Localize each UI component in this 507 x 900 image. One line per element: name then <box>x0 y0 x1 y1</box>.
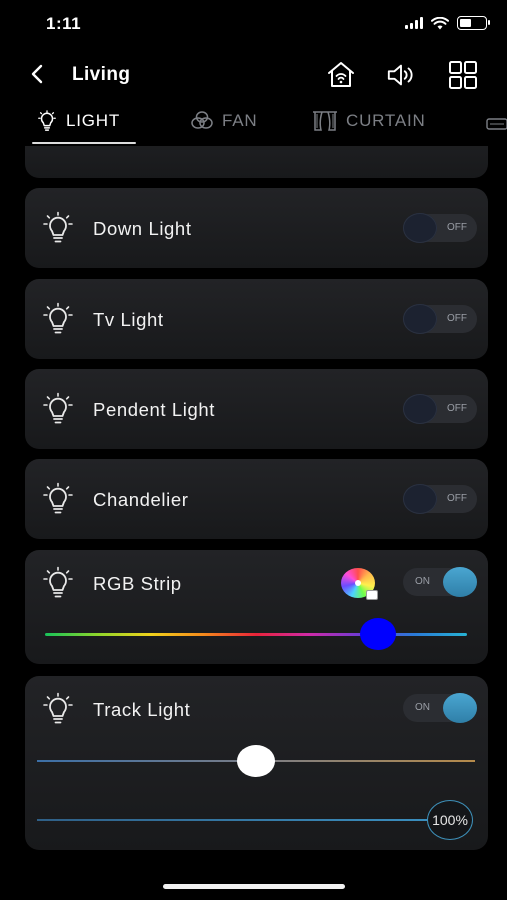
bulb-icon <box>43 211 73 243</box>
status-bar: 1:11 <box>0 0 507 48</box>
device-card-rgb-strip[interactable]: RGB Strip ON <box>25 550 488 664</box>
bulb-icon <box>43 482 73 514</box>
toggle-state-label: ON <box>415 702 430 713</box>
power-toggle[interactable]: OFF <box>403 213 477 243</box>
device-name: Chandelier <box>93 489 189 510</box>
tab-curtain[interactable]: CURTAIN <box>312 110 426 132</box>
power-toggle[interactable]: ON <box>403 693 477 723</box>
toggle-state-label: OFF <box>447 313 467 324</box>
bulb-icon <box>38 110 56 131</box>
device-card-track-light[interactable]: Track Light ON 100% <box>25 676 488 850</box>
speaker-icon[interactable] <box>386 60 416 90</box>
brightness-value-knob[interactable]: 100% <box>427 800 473 840</box>
brightness-value: 100% <box>432 812 468 828</box>
cellular-signal-icon <box>405 17 423 29</box>
wifi-icon <box>431 16 449 29</box>
battery-icon <box>457 16 490 30</box>
bulb-icon <box>43 692 73 724</box>
bulb-icon <box>43 566 73 598</box>
device-name: RGB Strip <box>93 573 182 594</box>
grid-menu-icon[interactable] <box>448 60 478 90</box>
more-tab-icon[interactable] <box>486 116 507 132</box>
toggle-state-label: ON <box>415 576 430 587</box>
tab-fan[interactable]: FAN <box>190 110 257 132</box>
brightness-slider-track[interactable] <box>37 819 435 821</box>
category-tabs: LIGHT FAN CURTAIN <box>0 104 507 146</box>
device-card-partial <box>25 146 488 178</box>
tab-light-label: LIGHT <box>66 111 121 130</box>
toggle-state-label: OFF <box>447 493 467 504</box>
device-card-tv-light[interactable]: Tv Light OFF <box>25 279 488 359</box>
room-title: Living <box>72 64 131 85</box>
bulb-icon <box>43 302 73 334</box>
power-toggle[interactable]: OFF <box>403 394 477 424</box>
tab-curtain-label: CURTAIN <box>346 111 426 130</box>
home-wifi-icon[interactable] <box>326 60 356 90</box>
device-name: Track Light <box>93 699 191 720</box>
toggle-state-label: OFF <box>447 403 467 414</box>
tab-light[interactable]: LIGHT <box>36 110 120 132</box>
status-time: 1:11 <box>46 14 82 33</box>
color-picker-icon[interactable] <box>341 568 378 600</box>
temperature-slider-thumb[interactable] <box>237 745 275 777</box>
device-card-pendent-light[interactable]: Pendent Light OFF <box>25 369 488 449</box>
curtain-icon <box>313 111 337 131</box>
device-name: Pendent Light <box>93 399 215 420</box>
tab-fan-label: FAN <box>222 111 258 130</box>
fan-icon <box>191 111 213 129</box>
nav-bar: Living <box>0 52 507 98</box>
device-list: Down Light OFF Tv Light OFF Pendent Ligh… <box>0 146 507 866</box>
device-name: Tv Light <box>93 309 164 330</box>
back-chevron-icon[interactable] <box>26 62 50 86</box>
color-slider-track[interactable] <box>45 633 467 636</box>
device-card-chandelier[interactable]: Chandelier OFF <box>25 459 488 539</box>
device-name: Down Light <box>93 218 192 239</box>
home-indicator[interactable] <box>163 884 345 889</box>
active-tab-indicator <box>32 142 136 144</box>
color-slider-thumb[interactable] <box>360 618 397 650</box>
device-card-down-light[interactable]: Down Light OFF <box>25 188 488 268</box>
toggle-state-label: OFF <box>447 222 467 233</box>
power-toggle[interactable]: ON <box>403 567 477 597</box>
power-toggle[interactable]: OFF <box>403 304 477 334</box>
power-toggle[interactable]: OFF <box>403 484 477 514</box>
bulb-icon <box>43 392 73 424</box>
status-icons <box>405 16 490 30</box>
